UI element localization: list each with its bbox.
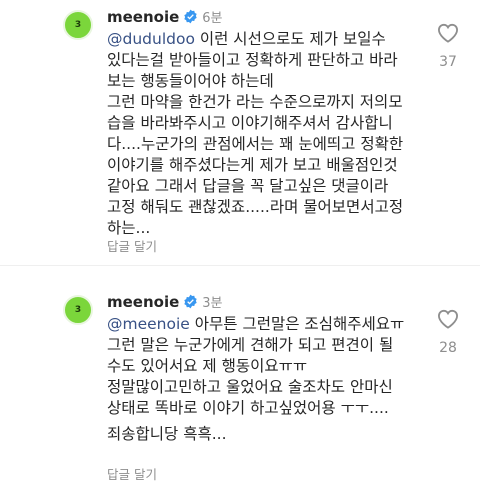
comment-line: 정말많이고민하고 울었어요 술조차도 안마신 [107,378,393,396]
comment-line: 이런 시선으로도 제가 보일수 [194,30,386,48]
comment-line: 고정 해둬도 괜찮겠죠.....라며 물어보면서고정 [107,198,404,216]
username[interactable]: meenoie [107,8,179,26]
avatar[interactable]: 3 [63,295,93,325]
verified-badge-icon [184,9,197,24]
comment-line: 상태로 똑바로 이야기 하고싶었어용 ㅜㅜ.... [107,399,389,417]
heart-outline-icon[interactable] [437,23,459,43]
comment-text: 죄송합니당 흑흑... [107,424,227,445]
divider [0,265,480,266]
reply-button[interactable]: 답글 달기 [107,464,157,483]
comment-line: 있다는걸 받아들이고 정확하게 판단하고 바라 [107,51,398,69]
comment-time: 6분 [202,11,223,26]
reply-button[interactable]: 답글 달기 [107,236,157,255]
like-count: 28 [439,340,457,356]
comment-line: 그런 말은 누군가에게 견해가 되고 편견이 될 [107,336,394,354]
comment-time: 3분 [202,296,223,311]
comment-text: 정말많이고민하고 울었어요 술조차도 안마신 상태로 똑바로 이야기 하고싶었어… [107,377,393,419]
comment-line: 수도 있어서요 제 행동이요ㅠㅠ [107,357,308,375]
username[interactable]: meenoie [107,293,179,311]
comment-line: 죄송합니당 흑흑... [107,425,227,443]
avatar[interactable]: 3 [63,10,93,40]
comment-text: 그런 마약을 한건가 라는 수준으로까지 저의모 습을 바라봐주시고 이야기해주… [107,92,403,239]
like-count: 37 [439,54,457,70]
comment-line: 보는 행동들이어야 하는데 [107,72,274,90]
verified-badge-icon [184,294,197,309]
comment-line: 아무튼 그런말은 조심해주세요ㅠ [189,315,405,333]
comment-line: 이야기를 해주셨다는게 제가 보고 배울점인것 [107,156,398,174]
comment-line: 다....누군가의 관점에서는 꽤 눈에띄고 정확한 [107,135,404,153]
comment-line: 같아요 그래서 답글을 꼭 달고싶은 댓글이라 [107,177,389,195]
comment-line: 습을 바라봐주시고 이야기해주셔서 감사합니 [107,114,393,132]
comment-line: 하는... [107,219,151,237]
comment-text: @duduldoo 이런 시선으로도 제가 보일수 있다는걸 받아들이고 정확하… [107,29,398,92]
comment-line: 그런 마약을 한건가 라는 수준으로까지 저의모 [107,93,403,111]
comment-text: @meenoie 아무튼 그런말은 조심해주세요ㅠ 그런 말은 누군가에게 견해… [107,314,404,377]
mention-link[interactable]: @duduldoo [107,30,195,48]
comment-header: meenoie 3분 [107,292,223,312]
heart-outline-icon[interactable] [437,309,459,329]
mention-link[interactable]: @meenoie [107,315,190,333]
comment-header: meenoie 6분 [107,7,223,27]
